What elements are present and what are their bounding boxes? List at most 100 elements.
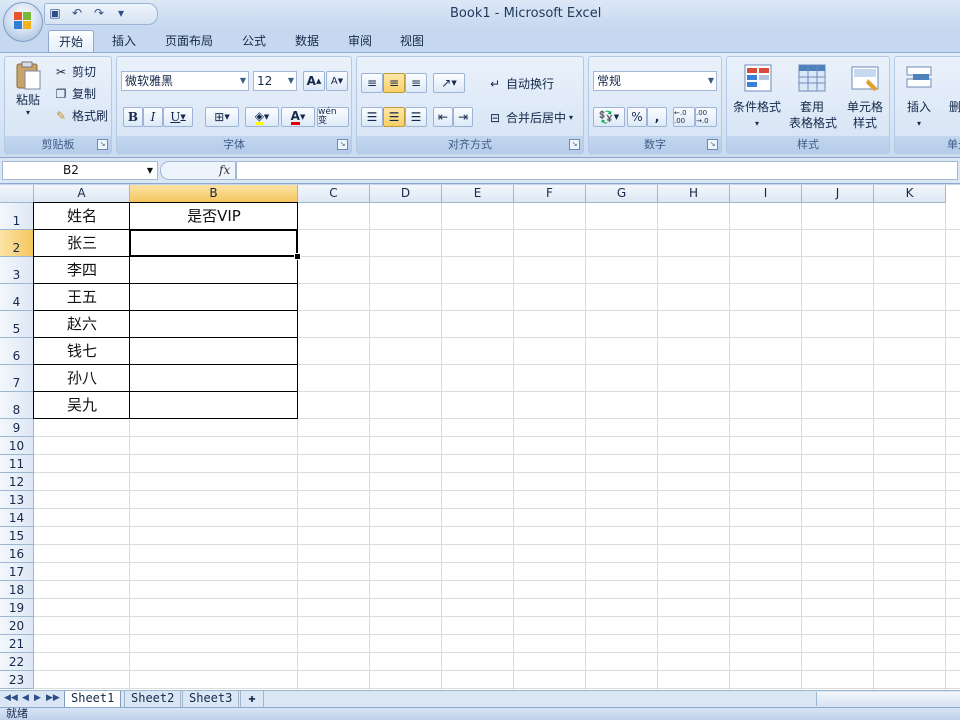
cell[interactable] — [130, 284, 298, 311]
row-header[interactable]: 23 — [0, 671, 34, 689]
insert-sheet-icon[interactable]: ✚ — [240, 691, 264, 708]
align-left-button[interactable]: ☰ — [361, 107, 383, 127]
row-header[interactable]: 2 — [0, 230, 34, 257]
tab-0[interactable]: 开始 — [48, 30, 95, 53]
wrap-text-button[interactable]: ↵ 自动换行 — [487, 75, 554, 92]
percent-button[interactable]: % — [627, 107, 647, 127]
font-name-combo[interactable]: 微软雅黑 ▼ — [121, 71, 249, 91]
cell[interactable] — [130, 392, 298, 419]
row-header[interactable]: 5 — [0, 311, 34, 338]
column-header[interactable]: C — [298, 185, 370, 203]
cell[interactable]: 李四 — [34, 257, 130, 284]
row-header[interactable]: 8 — [0, 392, 34, 419]
shrink-font-button[interactable]: A ▼ — [326, 71, 348, 91]
delete-cells-label[interactable]: 删 — [945, 99, 960, 116]
grow-font-button[interactable]: A ▲ — [303, 71, 325, 91]
orientation-button[interactable]: ↗ ▼ — [433, 73, 465, 93]
row-header[interactable]: 20 — [0, 617, 34, 635]
row-header[interactable]: 22 — [0, 653, 34, 671]
column-header[interactable]: B — [130, 185, 298, 203]
column-header[interactable]: F — [514, 185, 586, 203]
tab-5[interactable]: 审阅 — [338, 30, 382, 52]
tab-6[interactable]: 视图 — [390, 30, 434, 52]
alignment-launcher-icon[interactable]: ↘ — [569, 139, 580, 150]
cell[interactable] — [130, 311, 298, 338]
cell[interactable]: 孙八 — [34, 365, 130, 392]
fill-color-button[interactable]: ◈ ▼ — [245, 107, 279, 127]
conditional-format-button[interactable]: 条件格式 ▾ — [731, 61, 783, 137]
format-as-table-button[interactable]: 套用 表格格式 — [785, 61, 839, 137]
cell[interactable]: 张三 — [34, 230, 130, 257]
insert-function-icon[interactable]: fx — [219, 163, 230, 177]
column-header[interactable]: D — [370, 185, 442, 203]
row-header[interactable]: 18 — [0, 581, 34, 599]
tab-2[interactable]: 页面布局 — [155, 30, 223, 52]
number-format-combo[interactable]: 常规 ▼ — [593, 71, 717, 91]
insert-cells-button[interactable]: 插入 ▾ — [899, 61, 939, 137]
decrease-indent-button[interactable]: ⇤ — [433, 107, 453, 127]
column-header[interactable]: J — [802, 185, 874, 203]
cell[interactable]: 吴九 — [34, 392, 130, 419]
column-header[interactable]: A — [34, 185, 130, 203]
first-sheet-icon[interactable]: ◀◀ — [4, 693, 18, 703]
horizontal-scrollbar[interactable] — [816, 692, 960, 706]
tab-1[interactable]: 插入 — [102, 30, 146, 52]
next-sheet-icon[interactable]: ▶ — [34, 693, 41, 703]
currency-button[interactable]: 💱 ▼ — [593, 107, 625, 127]
name-box[interactable]: B2 ▼ — [2, 161, 158, 180]
last-sheet-icon[interactable]: ▶▶ — [46, 693, 60, 703]
row-header[interactable]: 21 — [0, 635, 34, 653]
row-header[interactable]: 13 — [0, 491, 34, 509]
cell[interactable]: 赵六 — [34, 311, 130, 338]
cell[interactable]: 是否VIP — [130, 203, 298, 230]
increase-indent-button[interactable]: ⇥ — [453, 107, 473, 127]
format-painter-button[interactable]: ✎ 格式刷 — [53, 107, 108, 124]
cell[interactable]: 王五 — [34, 284, 130, 311]
align-middle-button[interactable]: ≡ — [383, 73, 405, 93]
underline-button[interactable]: U ▼ — [163, 107, 193, 127]
column-header[interactable]: K — [874, 185, 946, 203]
row-header[interactable]: 11 — [0, 455, 34, 473]
cell[interactable]: 姓名 — [34, 203, 130, 230]
row-header[interactable]: 17 — [0, 563, 34, 581]
row-header[interactable]: 1 — [0, 203, 34, 230]
font-size-combo[interactable]: 12 ▼ — [253, 71, 297, 91]
borders-button[interactable]: ⊞ ▼ — [205, 107, 239, 127]
row-header[interactable]: 14 — [0, 509, 34, 527]
cell[interactable]: 钱七 — [34, 338, 130, 365]
row-header[interactable]: 16 — [0, 545, 34, 563]
copy-button[interactable]: ❐ 复制 — [53, 85, 96, 102]
column-header[interactable]: G — [586, 185, 658, 203]
column-header[interactable]: I — [730, 185, 802, 203]
row-header[interactable]: 7 — [0, 365, 34, 392]
tab-3[interactable]: 公式 — [232, 30, 276, 52]
number-launcher-icon[interactable]: ↘ — [707, 139, 718, 150]
row-header[interactable]: 15 — [0, 527, 34, 545]
column-header[interactable]: H — [658, 185, 730, 203]
paste-button[interactable]: 粘贴 ▾ — [13, 61, 43, 117]
increase-decimal-button[interactable]: ←.0 .00 — [673, 107, 695, 127]
align-center-button[interactable]: ☰ — [383, 107, 405, 127]
sheet-tab[interactable]: Sheet1 — [64, 691, 122, 708]
align-bottom-button[interactable]: ≡ — [405, 73, 427, 93]
align-right-button[interactable]: ☰ — [405, 107, 427, 127]
italic-button[interactable]: I — [143, 107, 163, 127]
row-header[interactable]: 6 — [0, 338, 34, 365]
row-header[interactable]: 19 — [0, 599, 34, 617]
select-all-button[interactable] — [0, 185, 34, 203]
bold-button[interactable]: B — [123, 107, 143, 127]
worksheet-grid[interactable]: A B C D E F G H I J K 1 2 3 4 5 6 7 8 9 10 11 12 13 14 15 16 17 18 19… — [0, 185, 960, 690]
row-header[interactable]: 9 — [0, 419, 34, 437]
phonetic-button[interactable]: wén 变 — [317, 107, 349, 127]
sheet-tab[interactable]: Sheet3 — [182, 691, 240, 708]
cut-button[interactable]: ✂ 剪切 — [53, 63, 96, 80]
cell[interactable] — [130, 338, 298, 365]
cell-styles-button[interactable]: 单元格 样式 — [841, 61, 889, 137]
formula-input[interactable] — [236, 161, 958, 180]
office-button[interactable] — [3, 2, 43, 42]
row-header[interactable]: 12 — [0, 473, 34, 491]
cell[interactable] — [130, 365, 298, 392]
comma-button[interactable]: , — [647, 107, 667, 127]
sheet-tab[interactable]: Sheet2 — [124, 691, 182, 708]
row-header[interactable]: 3 — [0, 257, 34, 284]
